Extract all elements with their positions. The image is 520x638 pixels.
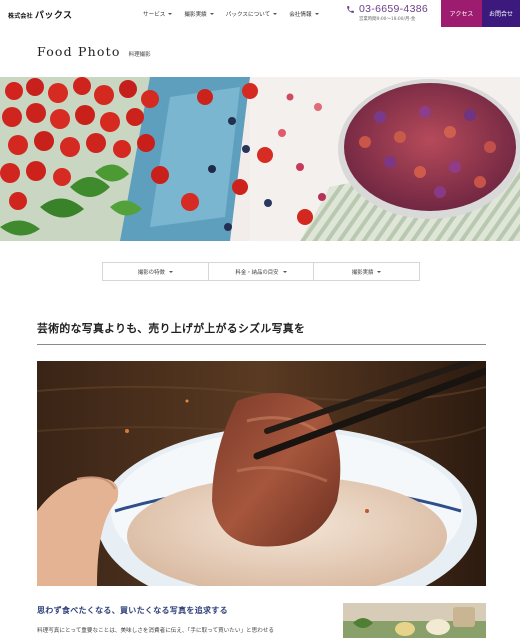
site-header: 株式会社 パックス サービス 撮影実績 パックスについて 会社情報 03-665… — [0, 0, 520, 27]
page-title: Food Photo 料理撮影 — [37, 44, 151, 59]
subnav-item-label: 撮影の特徴 — [137, 269, 165, 276]
berry-bowl — [338, 79, 520, 219]
tel-number: 03-6659-4386 — [359, 3, 428, 15]
business-hours: 営業時間9:00～18:00/月-金 — [359, 17, 416, 22]
subnav-item-features[interactable]: 撮影の特徴 — [103, 263, 209, 280]
contact-button[interactable]: お問合せ — [482, 0, 520, 27]
nav-item-service[interactable]: サービス — [143, 10, 173, 18]
site-logo[interactable]: 株式会社 パックス — [8, 8, 73, 21]
subnav-item-label: 撮影実績 — [351, 269, 374, 276]
chevron-down-icon — [314, 13, 319, 15]
nav-item-label: パックスについて — [225, 12, 271, 18]
page-subnav: 撮影の特徴 料金・納品の目安 撮影実績 — [102, 262, 420, 281]
nav-item-company[interactable]: 会社情報 — [289, 10, 319, 18]
nav-item-about[interactable]: パックスについて — [225, 10, 278, 18]
nav-item-label: 会社情報 — [289, 12, 312, 18]
section-heading: 芸術的な写真よりも、売り上げが上がるシズル写真を — [37, 322, 306, 335]
food-photo — [37, 361, 486, 586]
logo-main-text: パックス — [34, 11, 73, 21]
chevron-down-icon — [168, 13, 173, 15]
hero-image — [0, 77, 520, 241]
chevron-down-icon — [377, 270, 382, 273]
tel-block[interactable]: 03-6659-4386 営業時間9:00～18:00/月-金 — [346, 3, 428, 22]
nav-item-label: 撮影実績 — [184, 12, 207, 18]
subnav-item-label: 料金・納品の目安 — [235, 269, 279, 276]
phone-icon — [347, 5, 354, 13]
section-body-text: 料理写真にとって重要なことは、美味しさを消費者に伝え、「手に取って買いたい」と思… — [37, 628, 275, 634]
nav-item-label: サービス — [143, 12, 166, 18]
nav-item-works[interactable]: 撮影実績 — [184, 10, 214, 18]
chevron-down-icon — [168, 270, 173, 273]
sub-heading: 思わず食べたくなる、買いたくなる写真を追求する — [37, 605, 228, 615]
chevron-down-icon — [209, 13, 214, 15]
access-button[interactable]: アクセス — [441, 0, 482, 27]
subnav-item-pricing[interactable]: 料金・納品の目安 — [209, 263, 315, 280]
page-title-en: Food Photo — [37, 44, 121, 59]
logo-sub-text: 株式会社 — [8, 13, 33, 20]
subnav-item-works[interactable]: 撮影実績 — [314, 263, 419, 280]
chevron-down-icon — [273, 13, 278, 15]
global-nav: サービス 撮影実績 パックスについて 会社情報 — [143, 10, 331, 18]
page-title-ja: 料理撮影 — [128, 52, 151, 58]
chevron-down-icon — [282, 270, 287, 273]
side-thumbnail — [343, 603, 486, 638]
section-divider — [37, 344, 486, 345]
